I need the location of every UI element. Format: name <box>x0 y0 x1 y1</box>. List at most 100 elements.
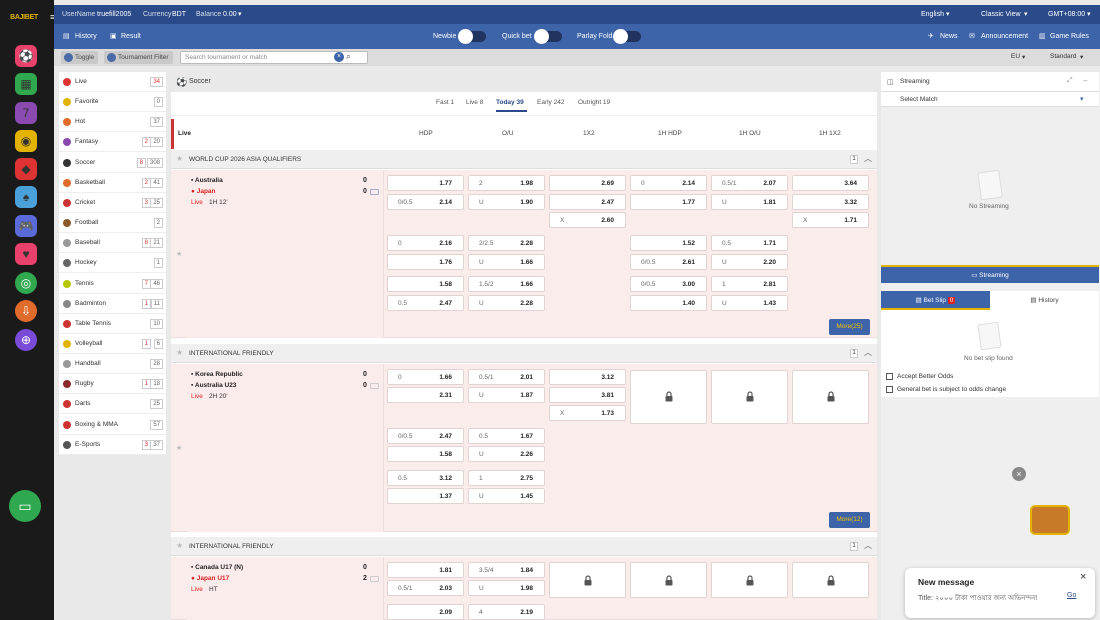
odds-cell[interactable]: 0/0.5 2.47 <box>387 428 464 444</box>
more-button[interactable]: More(25) <box>829 319 870 335</box>
league-header[interactable]: ★ INTERNATIONAL FRIENDLY 1 ︿ <box>171 344 877 363</box>
odds-cell[interactable]: 2.69 <box>549 175 626 191</box>
odds-cell[interactable]: 3.5/4 1.84 <box>468 562 545 578</box>
expand-icon[interactable]: ⤢ <box>1067 77 1073 85</box>
minimize-icon[interactable]: – <box>1083 76 1087 85</box>
tv-icon[interactable] <box>370 576 379 582</box>
sidebar-item-soccer[interactable]: Soccer 8 308 <box>59 152 166 173</box>
casino-icon[interactable]: ▦ <box>15 73 37 95</box>
odds-cell[interactable]: 0.5/1 2.01 <box>468 369 545 385</box>
language-globe-icon[interactable]: ⊕ <box>15 329 37 351</box>
tab-bet-slip[interactable]: ▤ Bet Slip 0 <box>881 291 990 310</box>
sports-icon[interactable]: ⚽ <box>15 45 37 67</box>
language-chevron-icon[interactable]: ▾ <box>946 5 950 24</box>
home-team[interactable]: ▪ Korea Republic <box>191 371 243 378</box>
esports-icon[interactable]: 🎮 <box>15 215 37 237</box>
odds-type-chevron-icon[interactable]: ▾ <box>1022 53 1025 61</box>
sidebar-item-boxing-mma[interactable]: Boxing & MMA 57 <box>59 415 166 435</box>
select-chevron-icon[interactable]: ▾ <box>1080 95 1084 103</box>
odds-cell[interactable]: U 1.45 <box>468 488 545 504</box>
odds-cell[interactable]: U 2.28 <box>468 295 545 311</box>
slots-icon[interactable]: 7 <box>15 102 37 124</box>
odds-cell[interactable]: 0.5/1 2.07 <box>711 175 788 191</box>
sidebar-item-darts[interactable]: Darts 25 <box>59 394 166 415</box>
clear-search-icon[interactable]: × <box>334 52 344 62</box>
odds-cell[interactable]: 1.81 <box>387 562 464 578</box>
tab-live[interactable]: Live 8 <box>466 99 483 106</box>
sidebar-item-live[interactable]: Live 34 <box>59 72 166 92</box>
odds-cell[interactable]: U 2.20 <box>711 254 788 270</box>
result-link[interactable]: Result <box>121 24 141 49</box>
league-star-icon[interactable]: ★ <box>176 154 183 163</box>
odds-cell[interactable]: 1.58 <box>387 276 464 292</box>
streaming-button[interactable]: ▭ Streaming <box>881 265 1099 283</box>
odds-cell[interactable]: X 1.73 <box>549 405 626 421</box>
history-link[interactable]: History <box>75 24 97 49</box>
search-icon[interactable]: ⌕ <box>346 51 351 62</box>
odds-cell[interactable]: 0.5 2.47 <box>387 295 464 311</box>
announcement-link[interactable]: Announcement <box>981 24 1028 49</box>
toast-go-link[interactable]: Go <box>1067 592 1076 599</box>
odds-cell[interactable]: 0 1.66 <box>387 369 464 385</box>
sidebar-item-e-sports[interactable]: E-Sports 3 37 <box>59 435 166 455</box>
odds-cell[interactable]: 0.5 3.12 <box>387 470 464 486</box>
sidebar-item-baseball[interactable]: Baseball 8 21 <box>59 233 166 254</box>
odds-cell[interactable]: 0/0.5 3.00 <box>630 276 707 292</box>
match-star-icon[interactable]: ★ <box>176 444 182 452</box>
odds-cell[interactable]: U 1.66 <box>468 254 545 270</box>
tv-icon[interactable] <box>370 383 379 389</box>
view-select[interactable]: Classic View <box>981 5 1021 24</box>
odds-cell[interactable]: 0/0.5 2.14 <box>387 194 464 210</box>
tv-icon[interactable] <box>370 189 379 195</box>
general-bet-checkbox[interactable] <box>886 386 893 393</box>
home-team[interactable]: ▪ Australia <box>191 177 223 184</box>
odds-cell[interactable]: U 2.26 <box>468 446 545 462</box>
sidebar-item-volleyball[interactable]: Volleyball 1 6 <box>59 334 166 354</box>
balance-value[interactable]: 0.00 <box>223 5 237 24</box>
collapse-icon[interactable]: ︿ <box>864 540 872 551</box>
away-team[interactable]: ● Japan <box>191 188 216 195</box>
tab-outright[interactable]: Outright 19 <box>578 99 610 106</box>
tab-today[interactable]: Today 39 <box>496 99 524 106</box>
odds-cell[interactable]: U 1.87 <box>468 387 545 403</box>
odds-cell[interactable]: X 2.60 <box>549 212 626 228</box>
select-match-dropdown[interactable]: Select Match ▾ <box>881 92 1099 107</box>
sidebar-item-handball[interactable]: Handball 28 <box>59 354 166 375</box>
odds-cell[interactable]: 0.5 1.67 <box>468 428 545 444</box>
sidebar-item-basketball[interactable]: Basketball 2 41 <box>59 173 166 193</box>
sidebar-item-tennis[interactable]: Tennis 7 46 <box>59 274 166 294</box>
download-icon[interactable]: ⇩ <box>15 300 37 322</box>
odds-cell[interactable]: 0 2.14 <box>630 175 707 191</box>
odds-cell[interactable]: 0.5/1 2.03 <box>387 580 464 596</box>
tournament-filter-button[interactable]: Tournament Filter <box>104 51 173 64</box>
odds-cell[interactable]: 0 2.16 <box>387 235 464 251</box>
odds-cell[interactable]: 2.47 <box>549 194 626 210</box>
balance-dropdown-icon[interactable]: ▾ <box>238 5 242 24</box>
news-icon[interactable]: ✈ <box>928 24 934 49</box>
collapse-icon[interactable]: ︿ <box>864 153 872 164</box>
tab-fast[interactable]: Fast 1 <box>436 99 454 106</box>
odds-cell[interactable]: 2.09 <box>387 604 464 620</box>
odds-cell[interactable]: 1.40 <box>630 295 707 311</box>
live-chat-icon[interactable]: ▭ <box>9 490 41 522</box>
game-rules-link[interactable]: Game Rules <box>1050 24 1089 49</box>
parlay-fold-toggle[interactable] <box>613 29 641 44</box>
history-icon[interactable]: ▤ <box>63 24 70 49</box>
match-star-icon[interactable]: ★ <box>176 250 182 258</box>
quick-bet-toggle[interactable] <box>534 29 562 44</box>
sidebar-item-cricket[interactable]: Cricket 3 25 <box>59 193 166 213</box>
collapse-icon[interactable]: ︿ <box>864 347 872 358</box>
odds-cell[interactable]: 1.77 <box>630 194 707 210</box>
league-star-icon[interactable]: ★ <box>176 541 183 550</box>
brand-logo[interactable]: BAJIBET <box>4 10 44 26</box>
odds-cell[interactable]: U 1.81 <box>711 194 788 210</box>
away-team[interactable]: ● Japan U17 <box>191 575 229 582</box>
sidebar-item-fantasy[interactable]: Fantasy 2 20 <box>59 132 166 153</box>
treasure-chest-icon[interactable] <box>1030 505 1070 535</box>
game-rules-icon[interactable]: ▥ <box>1039 24 1046 49</box>
more-button[interactable]: More(12) <box>829 512 870 528</box>
table-games-icon[interactable]: ♠ <box>15 186 37 208</box>
odds-cell[interactable]: 1.58 <box>387 446 464 462</box>
tab-history[interactable]: ▤ History <box>990 291 1099 310</box>
close-promo-icon[interactable]: × <box>1012 467 1026 481</box>
